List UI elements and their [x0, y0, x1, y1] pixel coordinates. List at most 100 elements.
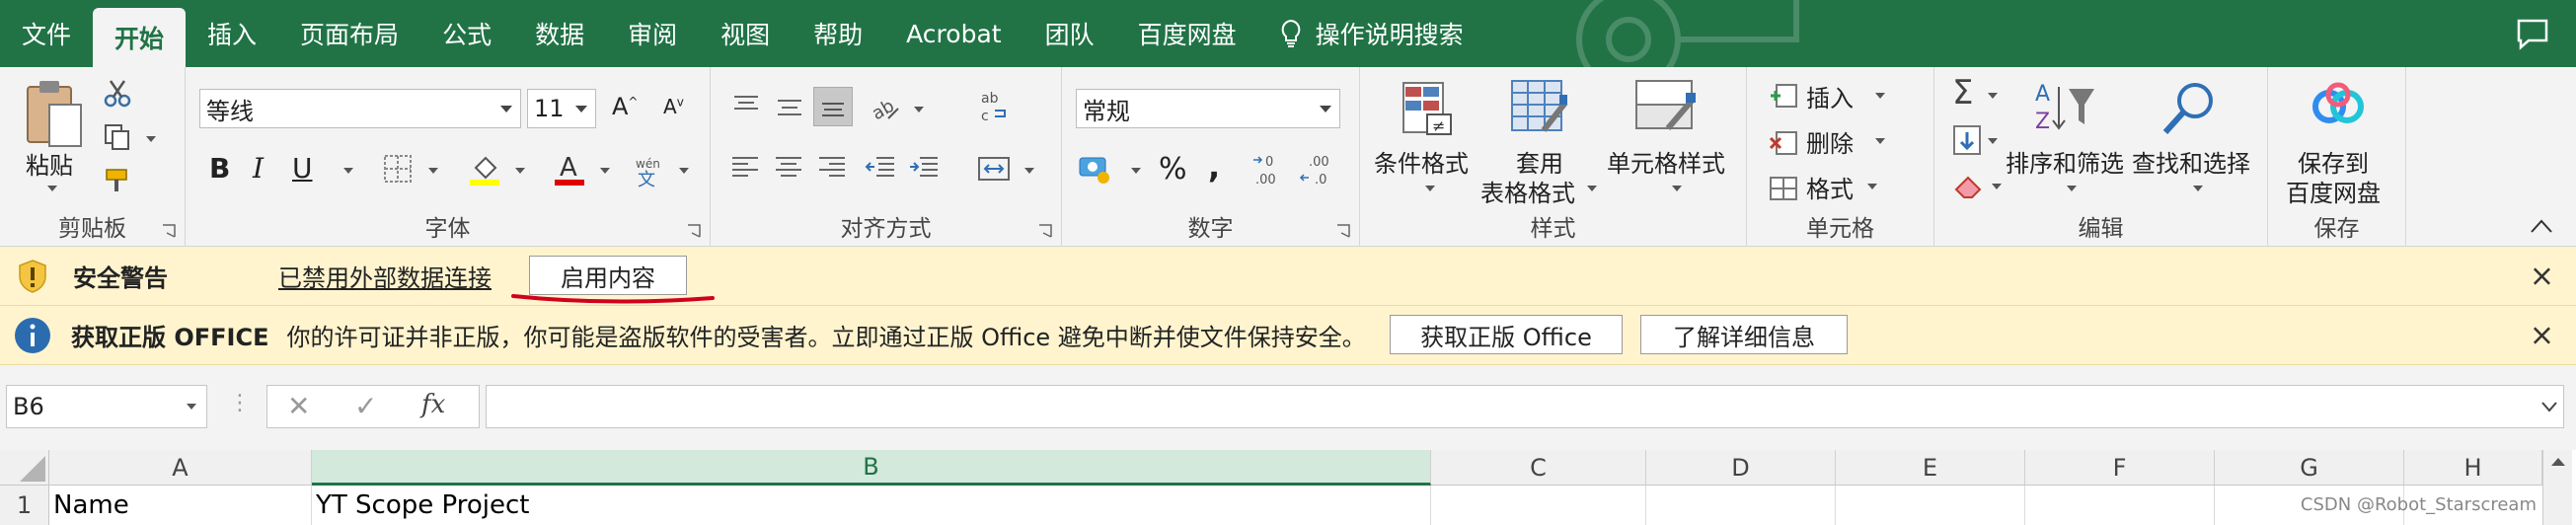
border-dropdown[interactable] [428, 168, 438, 174]
increase-font-icon[interactable]: A^ [612, 93, 638, 120]
autosum-icon[interactable]: Σ [1952, 73, 1973, 112]
accounting-format-icon[interactable] [1078, 152, 1113, 186]
copy-dropdown[interactable] [146, 136, 156, 142]
decrease-indent-icon[interactable] [865, 154, 896, 182]
align-right-icon[interactable] [817, 154, 847, 182]
sort-filter-icon[interactable]: AZ [2033, 79, 2096, 138]
wrap-text-icon[interactable]: ab c [977, 89, 1011, 124]
conditional-format-icon[interactable]: ≠ [1400, 79, 1455, 138]
autosum-dropdown[interactable] [1988, 93, 1998, 99]
vertical-scrollbar[interactable] [2542, 450, 2572, 525]
insert-cells-dropdown[interactable] [1875, 93, 1885, 99]
tell-me-search[interactable]: 操作说明搜索 [1258, 0, 1485, 67]
comment-icon[interactable] [2515, 16, 2550, 51]
format-as-table-icon[interactable] [1510, 79, 1569, 140]
phonetic-dropdown[interactable] [679, 168, 689, 174]
insert-cells-button[interactable]: 插入 [1806, 79, 1854, 113]
tab-formulas[interactable]: 公式 [420, 0, 513, 67]
orientation-icon[interactable]: ab [869, 91, 902, 124]
fill-color-icon[interactable] [468, 152, 501, 186]
cell-e1[interactable] [1836, 486, 2025, 525]
cell-c1[interactable] [1431, 486, 1646, 525]
insert-function-icon[interactable]: fx [421, 390, 445, 419]
underline-dropdown[interactable] [343, 168, 353, 174]
select-all-corner[interactable] [0, 450, 49, 486]
column-header-b[interactable]: B [312, 450, 1431, 486]
security-warning-message[interactable]: 已禁用外部数据连接 [278, 259, 492, 293]
cell-b1[interactable]: YT Scope Project [312, 486, 1431, 525]
column-header-g[interactable]: G [2215, 450, 2404, 486]
font-name-select[interactable]: 等线 [199, 89, 521, 128]
find-select-button[interactable]: 查找和选择 [2132, 144, 2250, 179]
tab-data[interactable]: 数据 [513, 0, 606, 67]
cancel-formula-icon[interactable]: ✕ [287, 390, 310, 422]
merge-center-icon[interactable] [977, 154, 1011, 184]
enable-content-button[interactable]: 启用内容 [529, 256, 687, 295]
align-left-icon[interactable] [730, 154, 760, 182]
tab-team[interactable]: 团队 [1023, 0, 1116, 67]
get-genuine-office-button[interactable]: 获取正版 Office [1390, 315, 1623, 354]
merge-dropdown[interactable] [1024, 168, 1034, 174]
format-cells-icon[interactable] [1769, 174, 1798, 203]
cell-styles-dropdown[interactable] [1672, 186, 1682, 191]
paste-button[interactable]: 粘贴 [26, 146, 73, 181]
format-painter-icon[interactable] [103, 166, 132, 195]
column-header-e[interactable]: E [1836, 450, 2025, 486]
orientation-dropdown[interactable] [914, 107, 924, 112]
tab-baidu-netdisk[interactable]: 百度网盘 [1116, 0, 1258, 67]
close-office-bar-icon[interactable]: × [2530, 318, 2554, 352]
column-header-a[interactable]: A [49, 450, 312, 486]
bold-icon[interactable]: B [209, 152, 230, 185]
close-security-bar-icon[interactable]: × [2530, 259, 2554, 293]
learn-more-button[interactable]: 了解详细信息 [1640, 315, 1848, 354]
alignment-launcher-icon[interactable] [1037, 223, 1053, 239]
format-cells-button[interactable]: 格式 [1806, 170, 1854, 204]
delete-cells-button[interactable]: 删除 [1806, 124, 1854, 159]
number-launcher-icon[interactable] [1335, 223, 1351, 239]
tab-page-layout[interactable]: 页面布局 [278, 0, 420, 67]
delete-cells-icon[interactable] [1769, 128, 1798, 158]
cell-styles-icon[interactable] [1634, 79, 1698, 140]
format-cells-dropdown[interactable] [1867, 184, 1877, 189]
percent-style-icon[interactable]: % [1159, 152, 1187, 187]
clear-icon[interactable] [1952, 170, 1986, 199]
align-bottom-button[interactable] [813, 87, 853, 126]
sort-filter-button[interactable]: 排序和筛选 [2006, 144, 2124, 179]
expand-formula-icon[interactable] [2540, 401, 2558, 412]
align-middle-icon[interactable] [774, 93, 805, 122]
find-select-dropdown[interactable] [2193, 186, 2203, 191]
tab-file[interactable]: 文件 [0, 0, 93, 67]
formula-bar-handle-icon[interactable]: ⋮ [229, 391, 251, 415]
align-center-icon[interactable] [774, 154, 803, 182]
format-as-table-dropdown[interactable] [1587, 186, 1597, 191]
clear-dropdown[interactable] [1992, 184, 2002, 189]
underline-icon[interactable]: U [292, 152, 313, 185]
fill-icon[interactable] [1952, 124, 1982, 156]
border-icon[interactable] [383, 154, 413, 184]
tab-home[interactable]: 开始 [93, 8, 187, 67]
font-color-dropdown[interactable] [600, 168, 610, 174]
accounting-dropdown[interactable] [1131, 168, 1141, 174]
conditional-format-dropdown[interactable] [1425, 186, 1435, 191]
cell-f1[interactable] [2025, 486, 2215, 525]
font-size-select[interactable]: 11 [527, 89, 596, 128]
column-header-f[interactable]: F [2025, 450, 2215, 486]
delete-cells-dropdown[interactable] [1875, 138, 1885, 144]
cell-styles-button[interactable]: 单元格样式 [1607, 144, 1725, 179]
column-header-h[interactable]: H [2404, 450, 2542, 486]
number-format-select[interactable]: 常规 [1076, 89, 1340, 128]
format-as-table-label2[interactable]: 表格格式 [1480, 174, 1575, 208]
clipboard-launcher-icon[interactable] [161, 223, 177, 239]
confirm-formula-icon[interactable]: ✓ [354, 390, 377, 422]
scroll-up-icon[interactable] [2543, 450, 2573, 474]
cut-icon[interactable] [103, 79, 132, 109]
font-color-icon[interactable]: A [553, 152, 586, 186]
conditional-format-button[interactable]: 条件格式 [1374, 144, 1469, 179]
tab-help[interactable]: 帮助 [792, 0, 884, 67]
tab-view[interactable]: 视图 [699, 0, 792, 67]
decrease-font-icon[interactable]: Av [663, 95, 684, 118]
tab-review[interactable]: 审阅 [606, 0, 699, 67]
baidu-netdisk-icon[interactable] [2310, 81, 2367, 130]
fill-dropdown[interactable] [1988, 138, 1998, 144]
paste-dropdown[interactable] [47, 186, 57, 191]
